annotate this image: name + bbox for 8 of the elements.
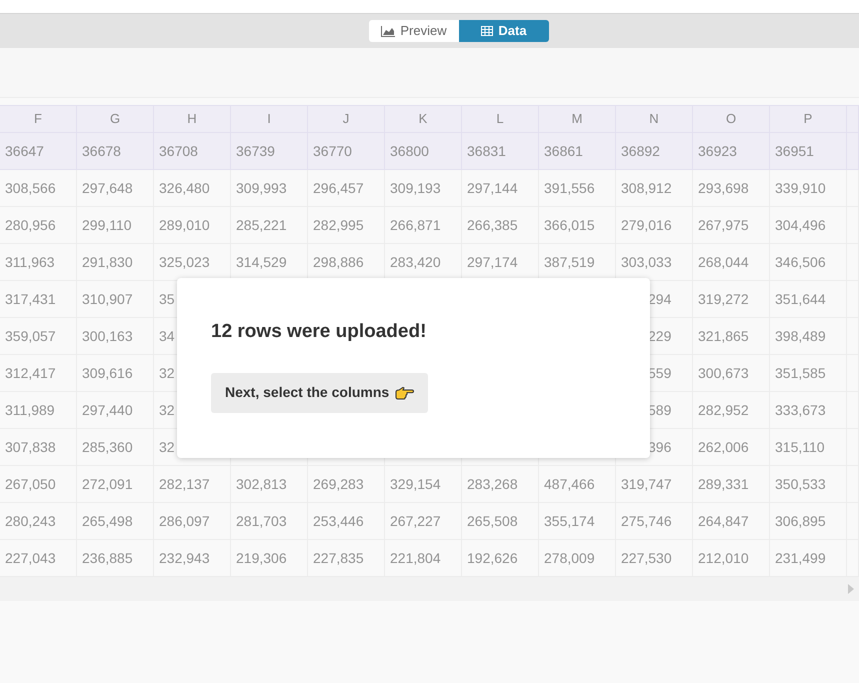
area-chart-icon — [381, 26, 396, 36]
view-tab[interactable]: Data — [459, 20, 549, 42]
horizontal-scrollbar[interactable] — [0, 577, 859, 601]
next-button[interactable]: Next, select the columns — [211, 372, 428, 412]
pointing-hand-icon — [394, 386, 414, 400]
scroll-right-arrow-icon[interactable] — [848, 584, 854, 594]
view-tab[interactable]: Preview — [369, 20, 459, 42]
table-icon — [481, 26, 494, 36]
